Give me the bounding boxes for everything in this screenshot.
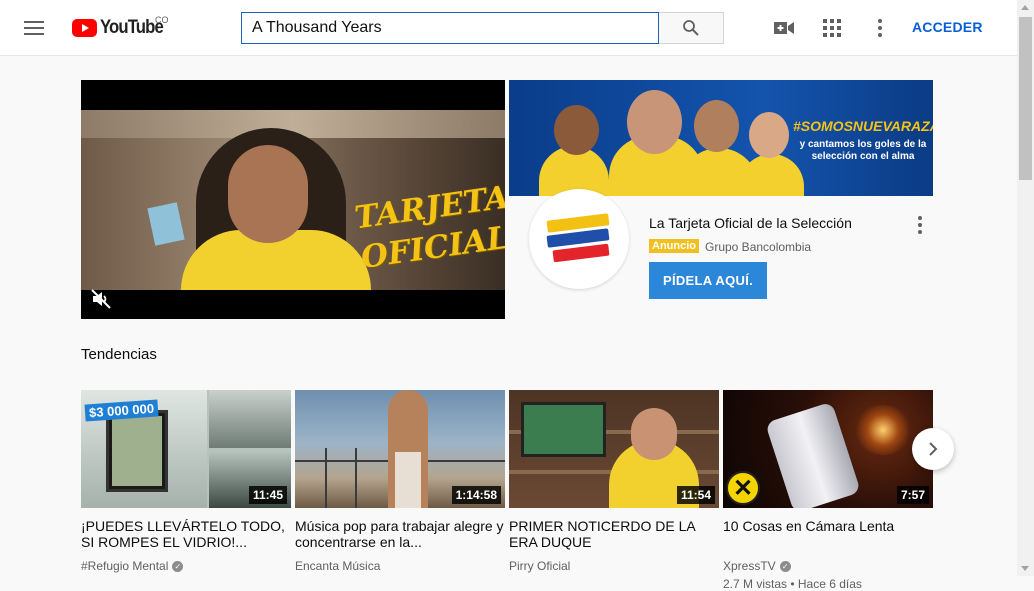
video-channel[interactable]: Encanta Música: [295, 559, 505, 573]
create-video-button[interactable]: [772, 16, 796, 40]
video-card[interactable]: 11:54 PRIMER NOTICERDO DE LA ERA DUQUE P…: [509, 390, 719, 573]
chevron-right-icon: [929, 442, 938, 456]
sign-in-button[interactable]: ACCEDER: [912, 19, 983, 35]
video-camera-icon: [774, 22, 794, 34]
video-channel[interactable]: #Refugio Mental ✓: [81, 559, 291, 573]
page-scrollbar[interactable]: [1017, 0, 1034, 576]
verified-check-icon: ✓: [172, 560, 184, 572]
logo-text: YouTube: [100, 17, 164, 38]
ad-channel-name[interactable]: Grupo Bancolombia: [705, 240, 811, 254]
video-thumbnail[interactable]: 1:14:58: [295, 390, 505, 508]
video-duration: 11:45: [248, 486, 287, 504]
channel-name[interactable]: Pirry Oficial: [509, 559, 570, 573]
video-card[interactable]: $3 000 000 11:45 ¡PUEDES LLEVÁRTELO TODO…: [81, 390, 291, 573]
channel-name[interactable]: #Refugio Mental: [81, 559, 168, 573]
country-code: CO: [155, 15, 169, 25]
ad-video-frame: TARJETA OFICIAL: [81, 110, 505, 290]
video-thumbnail[interactable]: 11:54: [509, 390, 719, 508]
shelf-next-button[interactable]: [912, 428, 954, 470]
scroll-up-arrow-icon[interactable]: [1021, 5, 1029, 10]
video-title[interactable]: ¡PUEDES LLEVÁRTELO TODO, SI ROMPES EL VI…: [81, 518, 291, 552]
ad-video-player[interactable]: TARJETA OFICIAL: [81, 80, 505, 319]
apps-button[interactable]: [820, 16, 844, 40]
video-meta: 2.7 M vistas • Hace 6 días: [723, 577, 862, 591]
video-title[interactable]: 10 Cosas en Cámara Lenta: [723, 518, 933, 552]
search-button[interactable]: [659, 12, 724, 44]
mute-button[interactable]: [91, 289, 111, 309]
channel-name[interactable]: XpressTV: [723, 559, 776, 573]
ad-badge: Anuncio: [649, 239, 699, 253]
video-duration: 1:14:58: [451, 486, 501, 504]
video-card[interactable]: ✕ 7:57 10 Cosas en Cámara Lenta XpressTV…: [723, 390, 933, 591]
video-title[interactable]: PRIMER NOTICERDO DE LA ERA DUQUE: [509, 518, 719, 552]
scroll-thumb[interactable]: [1019, 17, 1032, 180]
muted-speaker-icon: [91, 289, 111, 309]
ad-more-options-icon[interactable]: [912, 216, 928, 234]
youtube-logo[interactable]: YouTube CO: [72, 15, 171, 39]
scroll-down-arrow-icon[interactable]: [1021, 566, 1029, 571]
video-channel[interactable]: XpressTV ✓: [723, 559, 933, 573]
masthead: YouTube CO A Thousand Years ACCEDER: [0, 0, 1017, 56]
video-title[interactable]: Música pop para trabajar alegre y concen…: [295, 518, 505, 552]
channel-name[interactable]: Encanta Música: [295, 559, 380, 573]
search-input[interactable]: A Thousand Years: [241, 12, 659, 44]
video-duration: 11:54: [676, 486, 715, 504]
ad-overlay-text: TARJETA OFICIAL: [352, 179, 505, 276]
video-thumbnail[interactable]: ✕ 7:57: [723, 390, 933, 508]
more-vertical-icon: [878, 19, 882, 37]
ad-cta-button[interactable]: PÍDELA AQUÍ.: [649, 262, 767, 299]
settings-menu-button[interactable]: [868, 16, 892, 40]
video-duration: 7:57: [896, 486, 929, 504]
apps-grid-icon: [823, 19, 841, 37]
trending-section-title[interactable]: Tendencias: [81, 346, 157, 363]
ad-banner-image[interactable]: #SOMOSNUEVARAZA y cantamos los goles de …: [509, 80, 933, 196]
video-thumbnail[interactable]: $3 000 000 11:45: [81, 390, 291, 508]
ad-banner-tag: #SOMOSNUEVARAZA: [793, 118, 933, 134]
youtube-play-icon: [72, 19, 97, 37]
video-card[interactable]: 1:14:58 Música pop para trabajar alegre …: [295, 390, 505, 573]
menu-icon[interactable]: [24, 18, 48, 38]
ad-banner-subtitle: y cantamos los goles de la selección con…: [799, 139, 927, 162]
verified-check-icon: ✓: [779, 560, 791, 572]
video-channel[interactable]: Pirry Oficial: [509, 559, 719, 573]
x-logo-icon: ✕: [726, 471, 760, 505]
advertiser-logo[interactable]: [529, 189, 629, 289]
ad-title[interactable]: La Tarjeta Oficial de la Selección: [649, 215, 852, 231]
search-icon: [683, 20, 699, 36]
